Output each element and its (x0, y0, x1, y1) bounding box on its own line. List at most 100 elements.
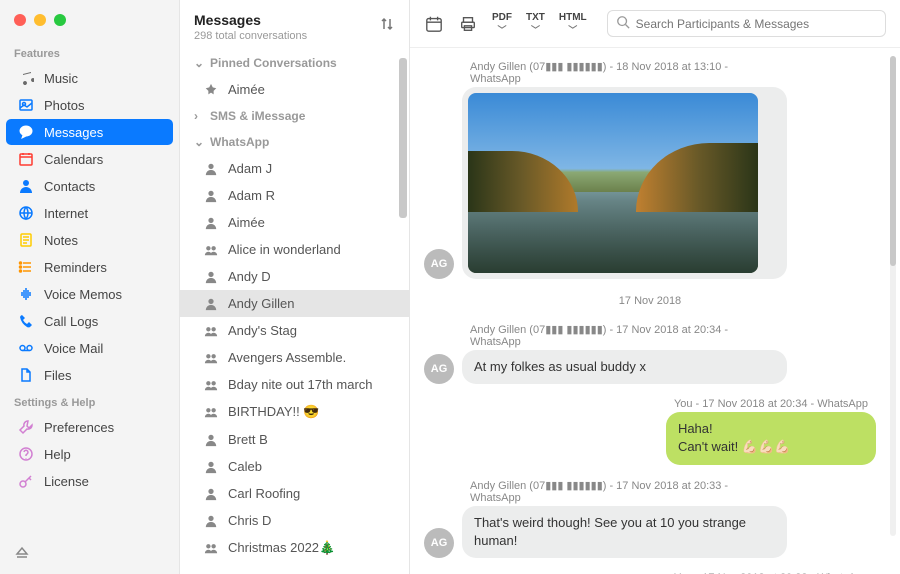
calendars-icon (18, 151, 34, 167)
voicememos-icon (18, 286, 34, 302)
conversation-item[interactable]: Andy D (180, 263, 409, 290)
sidebar-item-label: Reminders (44, 260, 107, 275)
print-button[interactable] (458, 14, 478, 34)
music-icon (18, 70, 34, 86)
eject-button[interactable] (0, 535, 179, 574)
help-icon (18, 446, 34, 462)
chat-panel: PDF﹀ TXT﹀ HTML﹀ AGAndy Gillen (07▮▮▮ ▮▮▮… (410, 0, 900, 574)
chevron-down-icon: ﹀ (497, 23, 506, 36)
conversation-item[interactable]: Andy's Stag (180, 317, 409, 344)
conversation-item[interactable]: Caleb (180, 453, 409, 480)
minimize-window-button[interactable] (34, 14, 46, 26)
sidebar-item-preferences[interactable]: Preferences (6, 414, 173, 440)
search-box[interactable] (607, 10, 886, 37)
person-icon (204, 460, 218, 474)
conversation-item[interactable]: Alice in wonderland (180, 236, 409, 263)
conversation-item[interactable]: Aimée (180, 209, 409, 236)
message-image[interactable] (462, 87, 787, 279)
conversation-name: Aimée (228, 215, 265, 230)
sidebar-item-files[interactable]: Files (6, 362, 173, 388)
features-section-label: Features (0, 40, 179, 64)
sidebar-item-reminders[interactable]: Reminders (6, 254, 173, 280)
maximize-window-button[interactable] (54, 14, 66, 26)
conversation-item[interactable]: BIRTHDAY!! 😎 (180, 398, 409, 426)
conversation-group-header[interactable]: ›SMS & iMessage (180, 103, 409, 129)
conversation-item[interactable]: Bday nite out 17th march (180, 371, 409, 398)
conversation-item[interactable]: Christmas 2022🎄 (180, 534, 409, 562)
message-row: AGAndy Gillen (07▮▮▮ ▮▮▮▮▮▮) - 18 Nov 20… (424, 60, 876, 279)
conversation-item[interactable]: Brett B (180, 426, 409, 453)
sidebar-item-notes[interactable]: Notes (6, 227, 173, 253)
export-pdf-button[interactable]: PDF﹀ (492, 12, 512, 36)
sidebar-item-messages[interactable]: Messages (6, 119, 173, 145)
preferences-icon (18, 419, 34, 435)
sidebar-item-label: License (44, 474, 89, 489)
sidebar-item-contacts[interactable]: Contacts (6, 173, 173, 199)
sidebar-item-label: Music (44, 71, 78, 86)
conversation-name: Andy's Stag (228, 323, 297, 338)
sidebar-item-label: Preferences (44, 420, 114, 435)
sidebar-item-label: Photos (44, 98, 84, 113)
conversation-name: Carl Roofing (228, 486, 300, 501)
sidebar-item-label: Notes (44, 233, 78, 248)
sidebar-item-label: Files (44, 368, 71, 383)
sort-button[interactable] (379, 12, 395, 35)
sidebar: Features Music Photos MessagesCalendarsCon… (0, 0, 180, 574)
message-bubble[interactable]: Haha! Can't wait! 💪🏻💪🏻💪🏻 (666, 412, 876, 464)
conversation-item[interactable]: Chris D (180, 507, 409, 534)
person-icon (204, 297, 218, 311)
person-icon (204, 433, 218, 447)
conversation-scroll[interactable]: ⌄Pinned ConversationsAimée›SMS & iMessag… (180, 50, 409, 574)
sidebar-item-calllogs[interactable]: Call Logs (6, 308, 173, 334)
group-icon (204, 378, 218, 392)
conversation-name: Avengers Assemble. (228, 350, 346, 365)
conversation-item[interactable]: Adam J (180, 155, 409, 182)
calendar-view-button[interactable] (424, 14, 444, 34)
export-html-button[interactable]: HTML﹀ (559, 12, 587, 36)
conversation-item[interactable]: Adam R (180, 182, 409, 209)
photos-icon (18, 97, 34, 113)
sidebar-item-voicemail[interactable]: Voice Mail (6, 335, 173, 361)
sidebar-item-internet[interactable]: Internet (6, 200, 173, 226)
group-label: Pinned Conversations (210, 56, 337, 70)
conversation-name: Adam J (228, 161, 272, 176)
sidebar-item-photos[interactable]: Photos (6, 92, 173, 118)
search-input[interactable] (636, 17, 877, 31)
voicemail-icon (18, 340, 34, 356)
person-icon (204, 162, 218, 176)
license-icon (18, 473, 34, 489)
sidebar-item-license[interactable]: License (6, 468, 173, 494)
message-bubble[interactable]: That's weird though! See you at 10 you s… (462, 506, 787, 558)
sidebar-item-calendars[interactable]: Calendars (6, 146, 173, 172)
person-icon (204, 487, 218, 501)
conversations-title: Messages (194, 12, 307, 28)
conversation-item[interactable]: Avengers Assemble. (180, 344, 409, 371)
conversation-scrollbar[interactable] (399, 58, 407, 218)
window-controls (0, 0, 179, 40)
close-window-button[interactable] (14, 14, 26, 26)
conversation-item[interactable]: Andy Gillen (180, 290, 409, 317)
app-window: Features MusicPhotosMessagesCalendarsCon… (0, 0, 900, 574)
conversation-group-header[interactable]: ⌄WhatsApp (180, 129, 409, 155)
notes-icon (18, 232, 34, 248)
message-row: AGAndy Gillen (07▮▮▮ ▮▮▮▮▮▮) - 17 Nov 20… (424, 479, 876, 558)
export-txt-button[interactable]: TXT﹀ (526, 12, 545, 36)
sidebar-item-label: Voice Mail (44, 341, 103, 356)
chat-scrollbar[interactable] (890, 56, 896, 536)
avatar: AG (424, 528, 454, 558)
sidebar-item-voicememos[interactable]: Voice Memos (6, 281, 173, 307)
conversation-item[interactable]: Carl Roofing (180, 480, 409, 507)
conversation-name: Chris D (228, 513, 271, 528)
chevron-icon: ⌄ (194, 135, 204, 149)
message-header: Andy Gillen (07▮▮▮ ▮▮▮▮▮▮) - 17 Nov 2018… (462, 323, 787, 350)
conversation-name: Bday nite out 17th march (228, 377, 373, 392)
message-bubble[interactable]: At my folkes as usual buddy x (462, 350, 787, 384)
group-icon (204, 243, 218, 257)
messages-scroll[interactable]: AGAndy Gillen (07▮▮▮ ▮▮▮▮▮▮) - 18 Nov 20… (410, 48, 900, 574)
conversation-group-header[interactable]: ⌄Pinned Conversations (180, 50, 409, 76)
conversation-item[interactable]: Aimée (180, 76, 409, 103)
message-row: AGAndy Gillen (07▮▮▮ ▮▮▮▮▮▮) - 17 Nov 20… (424, 323, 876, 384)
sidebar-item-help[interactable]: Help (6, 441, 173, 467)
messages-icon (18, 124, 34, 140)
sidebar-item-music[interactable]: Music (6, 65, 173, 91)
